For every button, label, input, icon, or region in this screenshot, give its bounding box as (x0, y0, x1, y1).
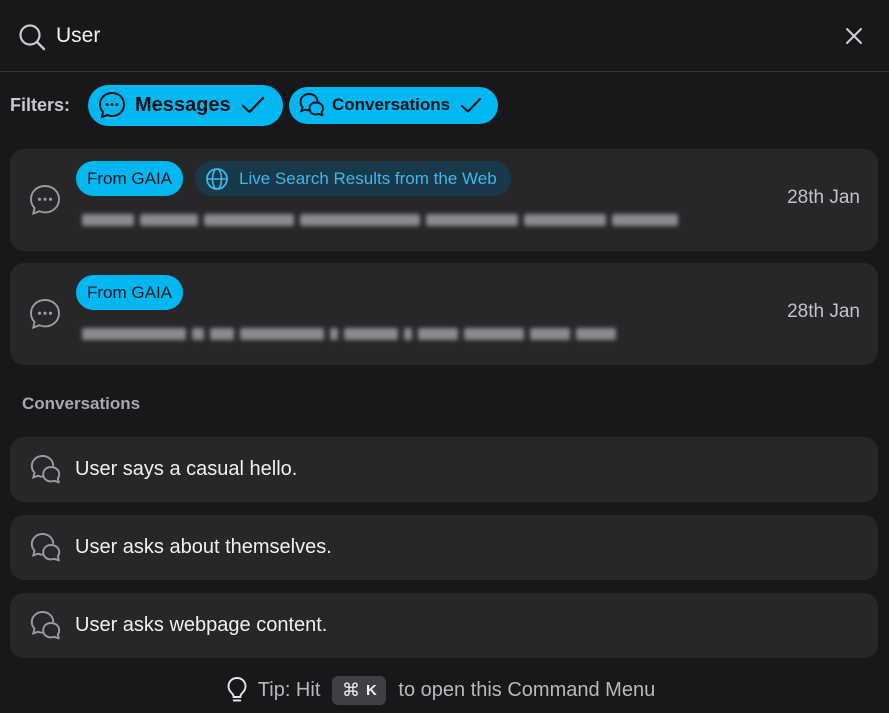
tip-footer: Tip: Hit ⌘ K to open this Command Menu (0, 672, 889, 708)
conversation-icon (30, 455, 61, 484)
conversation-item[interactable]: User asks about themselves. (10, 515, 878, 580)
check-icon (461, 98, 482, 113)
conversation-icon (30, 533, 61, 562)
web-results-label: Live Search Results from the Web (239, 168, 497, 188)
conversation-title: User asks about themselves. (75, 536, 332, 558)
command-key-icon: ⌘ (341, 679, 360, 700)
message-bubble-icon (30, 299, 60, 329)
check-icon (241, 96, 264, 114)
message-bubble-icon (99, 91, 126, 119)
source-badge: From GAIA (76, 275, 184, 310)
web-results-badge: Live Search Results from the Web (195, 161, 511, 196)
conversation-item[interactable]: User says a casual hello. (10, 437, 878, 502)
filter-chip-label: Conversations (332, 95, 451, 114)
tip-prefix: Tip: Hit (257, 678, 321, 701)
conversations-icon (299, 93, 324, 117)
search-icon (19, 24, 46, 51)
filter-chip-conversations[interactable]: Conversations (289, 86, 499, 124)
message-result-item[interactable]: From GAIA Live Search Results from the W… (10, 149, 878, 251)
keyboard-shortcut: ⌘ K (332, 675, 387, 705)
filter-chip-label: Messages (135, 93, 231, 116)
shortcut-letter: K (365, 681, 377, 699)
search-input[interactable] (56, 20, 816, 52)
close-icon[interactable] (842, 24, 866, 48)
globe-icon (206, 167, 228, 190)
section-title: Conversations (22, 394, 141, 413)
redacted-snippet (82, 325, 616, 343)
conversation-title: User asks webpage content. (75, 614, 328, 636)
result-date: 28th Jan (787, 301, 860, 322)
conversation-icon (30, 611, 61, 640)
result-date: 28th Jan (787, 187, 860, 208)
source-badge: From GAIA (76, 161, 184, 196)
filters-label: Filters: (10, 94, 71, 115)
result-tags: From GAIA Live Search Results from the W… (76, 161, 511, 196)
result-tags: From GAIA (76, 275, 184, 310)
message-result-item[interactable]: From GAIA 28th Jan (10, 263, 878, 365)
search-bar (0, 0, 889, 72)
conversation-title: User says a casual hello. (75, 458, 298, 480)
conversation-item[interactable]: User asks webpage content. (10, 593, 878, 658)
redacted-snippet (82, 211, 678, 229)
tip-suffix: to open this Command Menu (398, 678, 656, 701)
filters-bar: Filters: Messages Conversations (10, 84, 504, 126)
filter-chip-messages[interactable]: Messages (88, 84, 284, 126)
message-bubble-icon (30, 185, 60, 215)
lightbulb-icon (227, 677, 247, 702)
